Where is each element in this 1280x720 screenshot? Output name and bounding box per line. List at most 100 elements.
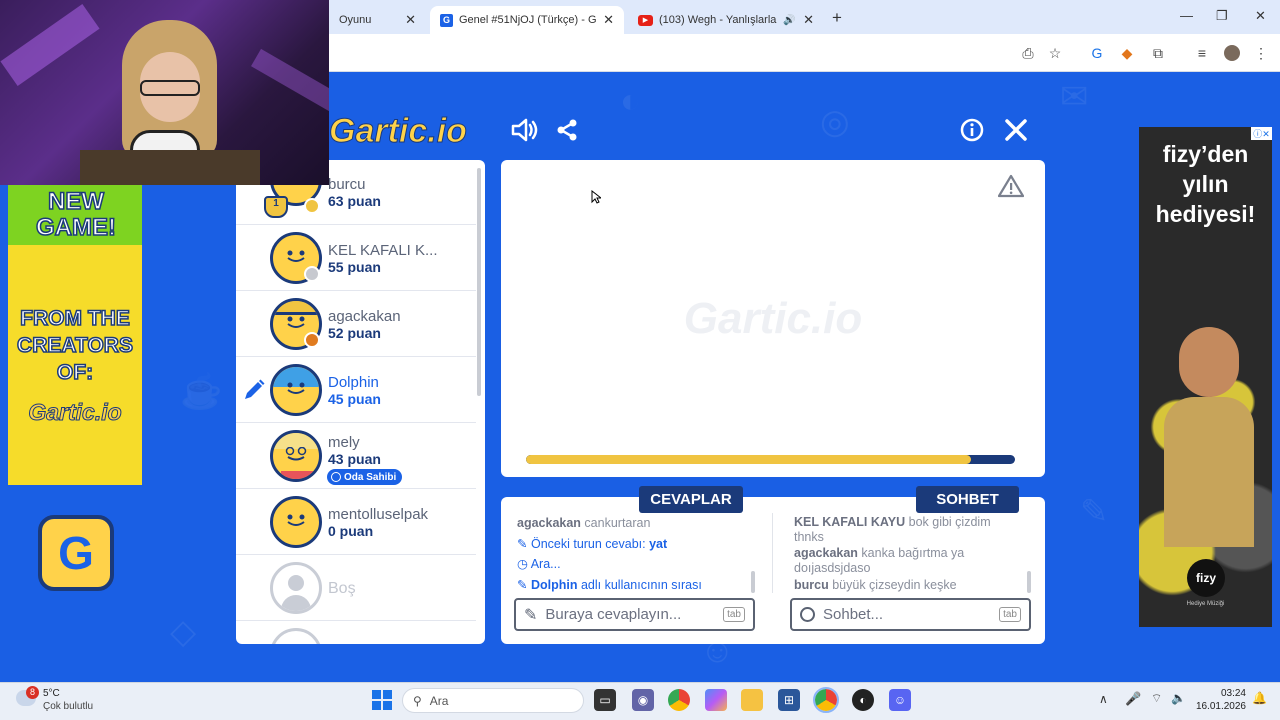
right-advertisement[interactable]: ⓘ✕ fizy’den yılın hediyesi! fizy Hediye … <box>1139 127 1272 627</box>
store-icon[interactable]: ⊞ <box>778 689 800 711</box>
wifi-icon[interactable]: ⌔ <box>1151 691 1162 706</box>
chat-scrollbar[interactable] <box>1027 571 1031 593</box>
previous-answer: yat <box>649 537 668 551</box>
gartic-logo[interactable]: Gartic.io <box>329 112 468 151</box>
players-list: 1 burcu 63 puan KEL KAFALI K... 55 puan … <box>236 160 485 644</box>
player-points: 52 puan <box>328 325 381 341</box>
round-timer-bar <box>526 455 1015 464</box>
minimize-icon[interactable]: — <box>1180 8 1193 23</box>
microphone-icon[interactable]: 🎤 <box>1125 691 1141 707</box>
close-game-icon[interactable] <box>1004 118 1028 142</box>
chat-bubble-icon <box>800 607 815 622</box>
tray-chevron-icon[interactable]: ∧ <box>1099 692 1108 706</box>
speaker-icon[interactable]: 🔊 <box>783 15 795 26</box>
tab-title: Genel #51NjOJ (Türkçe) - Gartic <box>459 14 597 26</box>
ad-headline: NEW GAME! <box>35 188 117 242</box>
share-icon[interactable] <box>555 118 579 142</box>
translate-icon[interactable]: G <box>1088 44 1106 62</box>
answer-message: agackakan cankurtaran <box>517 516 757 531</box>
player-avatar <box>270 430 322 482</box>
volume-icon[interactable]: 🔈 <box>1171 691 1186 705</box>
status-dot <box>304 332 320 348</box>
profile-avatar[interactable] <box>1223 44 1241 62</box>
chrome-active-icon[interactable] <box>813 687 839 713</box>
extensions-icon[interactable]: ⧉ <box>1149 44 1167 62</box>
pencil-icon <box>242 378 266 402</box>
player-row-empty <box>236 622 476 644</box>
report-warning-icon[interactable] <box>997 174 1025 198</box>
restore-icon[interactable]: ❐ <box>1216 8 1228 24</box>
notifications-icon[interactable]: 🔔 <box>1252 691 1267 705</box>
sound-icon[interactable] <box>510 117 538 143</box>
message-text: Önceki turun cevabı: <box>530 537 646 551</box>
tab-youtube[interactable]: ▶ (103) Wegh - Yanlışlarla Kar 🔊 ✕ <box>628 6 824 34</box>
left-advertisement[interactable]: NEW GAME! FROM THE CREATORS OF: Gartic.i… <box>8 185 142 627</box>
media-control-icon[interactable]: ≡ <box>1193 44 1211 62</box>
youtube-favicon-icon: ▶ <box>638 14 653 26</box>
task-view-icon[interactable]: ▭ <box>594 689 616 711</box>
chat-message: agackakan kanka bağırtma ya doıjasdsjdas… <box>794 546 1022 576</box>
tab-key-hint: tab <box>723 607 745 622</box>
player-name[interactable]: mely <box>328 434 360 451</box>
close-tab-icon[interactable]: ✕ <box>405 12 416 28</box>
gartic-app-icon: G <box>38 515 114 591</box>
mouse-cursor-icon <box>591 189 603 204</box>
clock-date[interactable]: 16.01.2026 <box>1186 701 1246 712</box>
copilot-icon[interactable] <box>705 689 727 711</box>
player-name[interactable]: Dolphin <box>328 374 379 391</box>
owner-icon <box>331 472 341 482</box>
tab-gartic[interactable]: G Genel #51NjOJ (Türkçe) - Gartic ✕ <box>430 6 624 34</box>
obs-icon[interactable]: ◐ <box>852 689 874 711</box>
teams-icon[interactable]: ◉ <box>632 689 654 711</box>
empty-avatar-icon <box>270 628 322 644</box>
chrome-icon[interactable] <box>668 689 690 711</box>
player-avatar <box>270 496 322 548</box>
clock-time[interactable]: 03:24 <box>1196 688 1246 699</box>
metamask-icon[interactable]: ◆ <box>1118 44 1136 62</box>
install-app-icon[interactable]: ⎙ <box>1019 44 1037 62</box>
player-points: 63 puan <box>328 193 381 209</box>
drawing-canvas[interactable]: Gartic.io <box>501 160 1045 477</box>
players-scrollbar[interactable] <box>477 168 481 396</box>
menu-icon[interactable]: ⋮ <box>1252 44 1270 62</box>
empty-avatar-icon <box>270 562 322 614</box>
message-text: cankurtaran <box>584 516 651 530</box>
tab-oyunu[interactable]: Oyunu ✕ <box>329 6 426 34</box>
player-row-drawing: Dolphin 45 puan <box>236 358 476 423</box>
taskbar-search[interactable]: ⚲ Ara <box>402 688 584 713</box>
status-dot <box>304 198 320 214</box>
status-dot <box>304 266 320 282</box>
bookmark-star-icon[interactable]: ☆ <box>1046 44 1064 62</box>
info-icon[interactable] <box>960 118 984 142</box>
message-user: agackakan <box>517 516 581 530</box>
chat-input[interactable]: Sohbet... tab <box>790 598 1031 631</box>
player-name[interactable]: agackakan <box>328 308 401 325</box>
tab-key-hint: tab <box>999 607 1021 622</box>
canvas-watermark: Gartic.io <box>683 294 863 343</box>
badge-label: Oda Sahibi <box>344 471 397 483</box>
ad-subheadline: FROM THE CREATORS OF: <box>16 306 133 385</box>
ad-headline: fizy’den yılın hediyesi! <box>1155 141 1256 227</box>
message-user: Dolphin <box>530 578 578 592</box>
message-user: agackakan <box>794 546 858 560</box>
player-name[interactable]: KEL KAFALI K... <box>328 242 438 259</box>
answer-input[interactable]: ✎ Buraya cevaplayın... tab <box>514 598 755 631</box>
player-row: KEL KAFALI K... 55 puan <box>236 226 476 291</box>
close-tab-icon[interactable]: ✕ <box>803 12 814 28</box>
new-tab-button[interactable]: + <box>832 8 842 28</box>
player-row: agackakan 52 puan <box>236 292 476 357</box>
ad-tagline: Hediye Müziği <box>1186 601 1225 607</box>
discord-icon[interactable]: ☺ <box>889 689 911 711</box>
tab-title: (103) Wegh - Yanlışlarla Kar <box>659 14 777 26</box>
player-name[interactable]: burcu <box>328 176 366 193</box>
player-points: 0 puan <box>328 523 374 539</box>
message-user: KEL KAFALI KAYU <box>794 515 906 529</box>
close-tab-icon[interactable]: ✕ <box>603 12 614 28</box>
chat-message: burcu büyük çizseydin keşke <box>794 578 1022 593</box>
file-explorer-icon[interactable] <box>741 689 763 711</box>
window-close-icon[interactable]: ✕ <box>1255 8 1266 24</box>
player-name[interactable]: mentolluselpak <box>328 506 428 523</box>
player-points: 45 puan <box>328 391 381 407</box>
windows-start-icon[interactable] <box>372 690 392 710</box>
rank-trophy-icon: 1 <box>264 196 288 218</box>
